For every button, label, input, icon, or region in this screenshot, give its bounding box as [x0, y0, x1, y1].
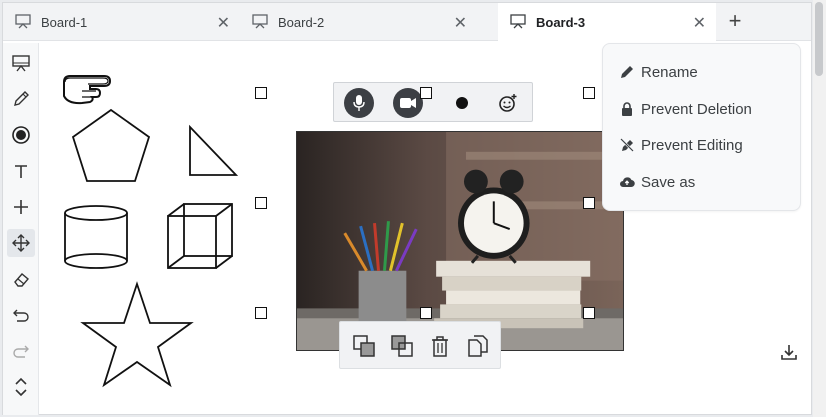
tab-label: Board-1	[41, 15, 88, 30]
resize-handle[interactable]	[255, 307, 267, 319]
eraser-icon	[14, 273, 29, 287]
tab-label: Board-2	[278, 15, 325, 30]
undo-tool[interactable]	[7, 301, 35, 329]
object-toolbar	[339, 321, 501, 369]
resize-handle[interactable]	[583, 87, 595, 99]
menu-item-prevent-deletion[interactable]: Prevent Deletion	[619, 97, 752, 121]
lock-icon	[622, 102, 632, 116]
move-tool[interactable]	[7, 229, 35, 257]
emoji-button[interactable]	[493, 88, 523, 118]
resize-handle[interactable]	[420, 307, 432, 319]
clock-books-image[interactable]	[296, 131, 624, 351]
cube-shape[interactable]	[164, 200, 236, 272]
pen-color-button[interactable]	[447, 88, 477, 118]
add-tab-button[interactable]: +	[723, 10, 747, 34]
record-icon	[12, 126, 30, 144]
tab-label: Board-3	[536, 15, 586, 30]
board-icon	[12, 54, 30, 71]
expand-icon	[15, 377, 27, 397]
tab-board-2[interactable]: Board-2 ✕	[240, 3, 477, 41]
menu-item-label: Prevent Deletion	[641, 100, 752, 118]
menu-item-save-as[interactable]: Save as	[619, 170, 695, 194]
close-icon[interactable]: ✕	[217, 13, 230, 33]
tab-board-3[interactable]: Board-3 ✕	[498, 3, 716, 41]
board-icon	[252, 14, 268, 29]
whiteboard-app: Board-1 ✕ Board-2 ✕ Board-3 ✕ + Rename P…	[2, 2, 812, 415]
pencil-icon	[621, 66, 633, 78]
resize-handle[interactable]	[420, 87, 432, 99]
menu-item-label: Rename	[641, 63, 698, 81]
duplicate-icon[interactable]	[466, 334, 490, 358]
pencil-icon	[14, 91, 29, 106]
move-icon	[12, 234, 30, 252]
resize-handle[interactable]	[583, 197, 595, 209]
dot-icon	[456, 97, 468, 109]
left-toolbar	[3, 43, 39, 415]
resize-handle[interactable]	[255, 197, 267, 209]
record-tool[interactable]	[7, 121, 35, 149]
text-icon	[15, 165, 27, 178]
menu-item-label: Save as	[641, 173, 696, 191]
tab-board-1[interactable]: Board-1 ✕	[3, 3, 240, 41]
close-icon[interactable]: ✕	[454, 13, 467, 33]
board-icon	[510, 14, 526, 29]
send-backward-icon[interactable]	[390, 334, 414, 358]
pentagon-shape[interactable]	[70, 107, 152, 185]
text-tool[interactable]	[7, 157, 35, 185]
redo-icon	[13, 345, 29, 358]
bring-forward-icon[interactable]	[352, 334, 376, 358]
star-shape[interactable]	[80, 281, 194, 389]
cylinder-shape[interactable]	[62, 203, 130, 273]
tab-bar: Board-1 ✕ Board-2 ✕ Board-3 ✕ +	[3, 3, 811, 41]
camera-button[interactable]	[393, 88, 423, 118]
no-edit-icon	[620, 138, 634, 152]
expand-tool[interactable]	[7, 373, 35, 401]
redo-tool[interactable]	[7, 337, 35, 365]
board-tool[interactable]	[7, 49, 35, 77]
microphone-icon	[353, 95, 365, 111]
right-triangle-shape[interactable]	[186, 123, 240, 179]
board-context-menu: Rename Prevent Deletion Prevent Editing …	[602, 43, 801, 211]
close-icon[interactable]: ✕	[693, 13, 706, 33]
microphone-button[interactable]	[344, 88, 374, 118]
pointing-hand-shape[interactable]	[60, 66, 118, 108]
scrollbar-thumb[interactable]	[815, 2, 823, 76]
add-shape-tool[interactable]	[7, 193, 35, 221]
menu-item-rename[interactable]: Rename	[619, 60, 698, 84]
eraser-tool[interactable]	[7, 265, 35, 293]
resize-handle[interactable]	[583, 307, 595, 319]
cloud-upload-icon	[620, 177, 635, 188]
download-icon[interactable]	[780, 343, 798, 361]
plus-icon	[14, 200, 28, 214]
media-toolbar	[333, 82, 533, 122]
emoji-icon	[499, 94, 517, 112]
video-camera-icon	[400, 98, 416, 108]
menu-item-prevent-editing[interactable]: Prevent Editing	[619, 133, 743, 157]
undo-icon	[13, 309, 29, 322]
pencil-tool[interactable]	[7, 85, 35, 113]
board-icon	[15, 14, 31, 29]
menu-item-label: Prevent Editing	[641, 136, 743, 154]
delete-icon[interactable]	[428, 334, 452, 358]
resize-handle[interactable]	[255, 87, 267, 99]
